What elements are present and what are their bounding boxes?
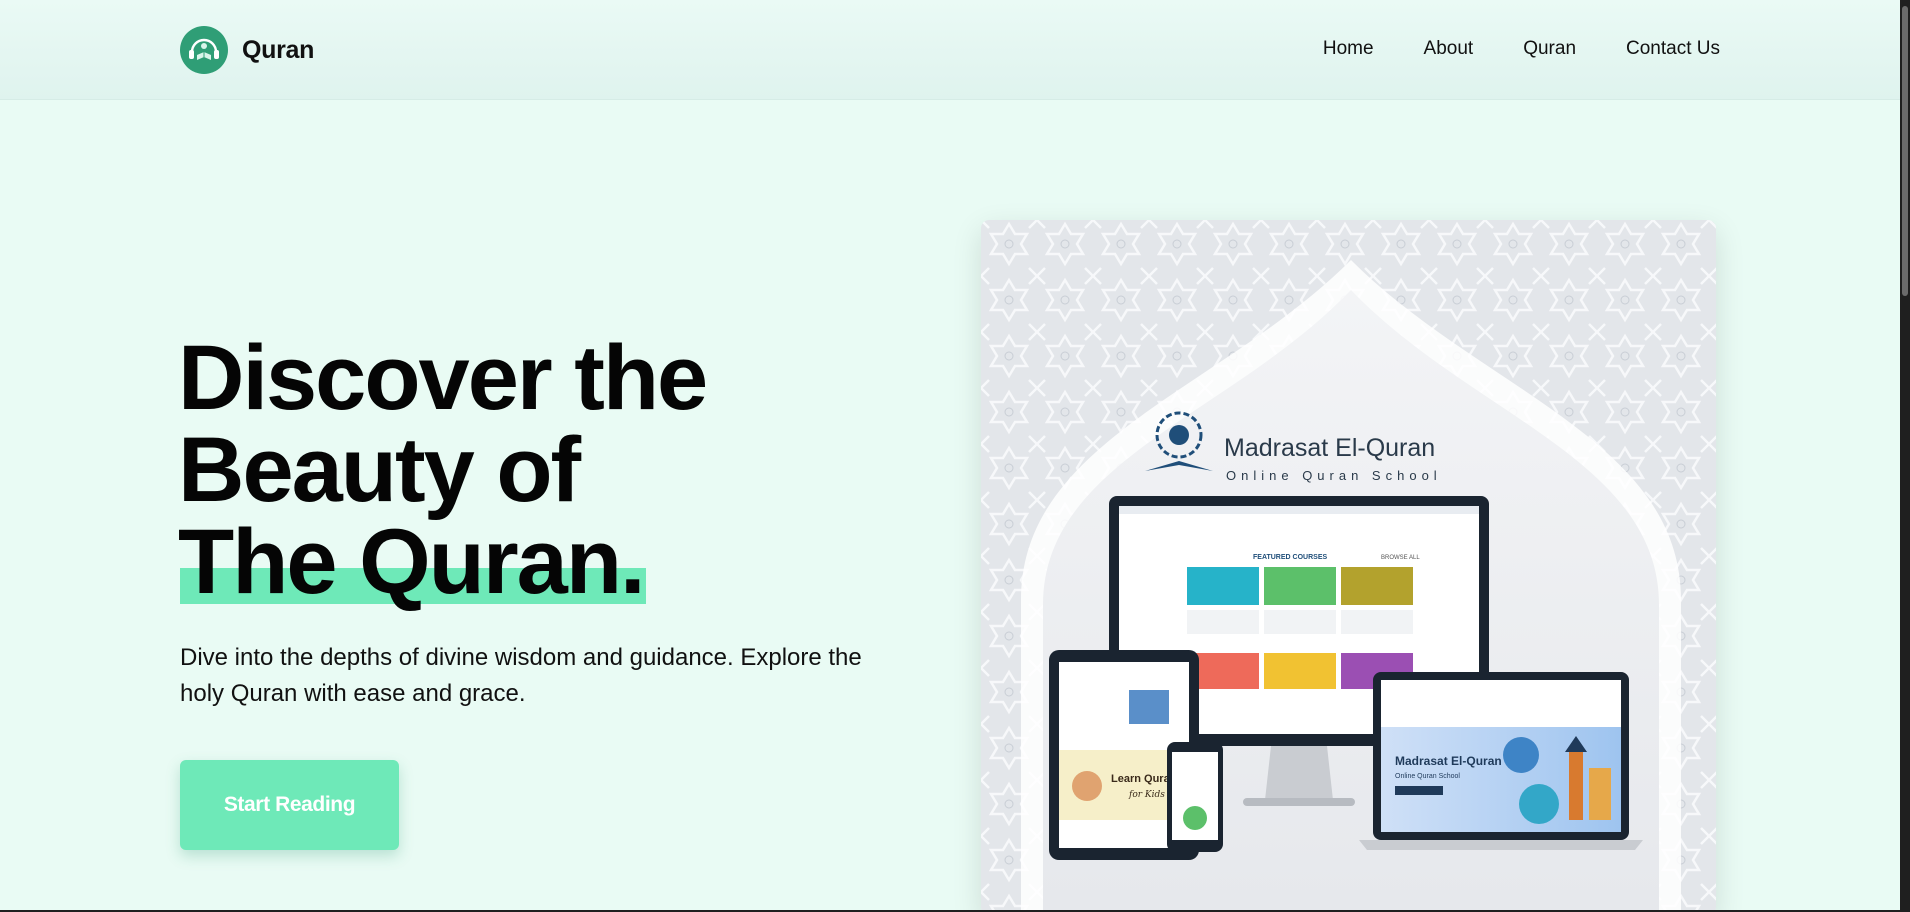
vertical-scrollbar[interactable] — [1900, 0, 1910, 912]
tablet-banner-sub: for Kids — [1128, 790, 1165, 800]
nav-quran[interactable]: Quran — [1523, 38, 1576, 60]
laptop-title: Madrasat El-Quran — [1395, 754, 1502, 768]
main-nav: Home About Quran Contact Us — [1323, 38, 1720, 60]
nav-contact-us[interactable]: Contact Us — [1626, 38, 1720, 60]
navbar: Quran Home About Quran Contact Us — [0, 0, 1900, 100]
quran-headphones-logo-icon — [180, 26, 228, 74]
scrollbar-thumb[interactable] — [1902, 6, 1908, 296]
tablet-banner: Learn Quran — [1111, 773, 1177, 785]
hero-illustration: Madrasat El-Quran Online Quran School FE… — [981, 220, 1716, 910]
start-reading-button[interactable]: Start Reading — [180, 760, 399, 850]
brand[interactable]: Quran — [180, 26, 314, 74]
nav-home[interactable]: Home — [1323, 38, 1374, 60]
hero-title-line-1: Discover the — [178, 327, 708, 429]
school-name: Madrasat El-Quran — [1224, 434, 1435, 462]
monitor-heading: FEATURED COURSES — [1253, 554, 1327, 561]
school-tagline: Online Quran School — [1226, 468, 1442, 483]
brand-name: Quran — [242, 35, 315, 64]
page: Quran Home About Quran Contact Us Discov… — [0, 0, 1900, 910]
hero-image: Madrasat El-Quran Online Quran School FE… — [981, 220, 1716, 910]
nav-about[interactable]: About — [1424, 38, 1474, 60]
laptop-subtitle: Online Quran School — [1395, 773, 1460, 780]
hero-title: Discover the Beauty of The Quran. — [178, 327, 708, 613]
hero-title-line-2: Beauty of — [178, 419, 581, 521]
monitor-link: BROWSE ALL — [1381, 555, 1420, 561]
hero-subtitle: Dive into the depths of divine wisdom an… — [180, 644, 862, 707]
hero-title-highlight: The Quran. — [178, 511, 646, 613]
